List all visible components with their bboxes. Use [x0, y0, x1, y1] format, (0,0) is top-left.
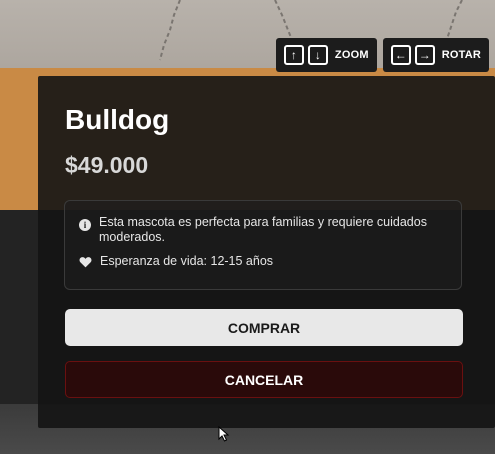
info-row-description: i Esta mascota es perfecta para familias… — [79, 215, 447, 245]
background-chain — [159, 0, 181, 61]
view-controls: ↑ ↓ ZOOM ← → ROTAR — [275, 38, 489, 72]
arrow-up-key-icon[interactable]: ↑ — [283, 45, 304, 65]
arrow-left-key-icon[interactable]: ← — [390, 45, 411, 65]
product-price: $49.000 — [65, 152, 149, 178]
info-lifespan-text: Esperanza de vida: 12-15 años — [100, 254, 274, 268]
info-row-lifespan: Esperanza de vida: 12-15 años — [79, 254, 447, 269]
mouse-cursor-icon — [218, 426, 230, 442]
cancel-button[interactable]: CANCELAR — [65, 361, 463, 398]
arrow-down-key-icon[interactable]: ↓ — [307, 45, 328, 65]
rotate-control[interactable]: ← → ROTAR — [382, 38, 489, 72]
heart-icon — [79, 257, 92, 268]
zoom-control[interactable]: ↑ ↓ ZOOM — [275, 38, 377, 72]
product-name: Bulldog — [65, 104, 170, 135]
rotate-label: ROTAR — [441, 49, 481, 61]
zoom-label: ZOOM — [334, 49, 369, 61]
product-panel: Bulldog $49.000 i Esta mascota es perfec… — [38, 76, 495, 428]
product-info-box: i Esta mascota es perfecta para familias… — [64, 200, 462, 290]
info-description-text: Esta mascota es perfecta para familias y… — [99, 215, 427, 244]
buy-button[interactable]: COMPRAR — [65, 309, 463, 346]
info-icon: i — [79, 219, 91, 231]
arrow-right-key-icon[interactable]: → — [414, 45, 435, 65]
